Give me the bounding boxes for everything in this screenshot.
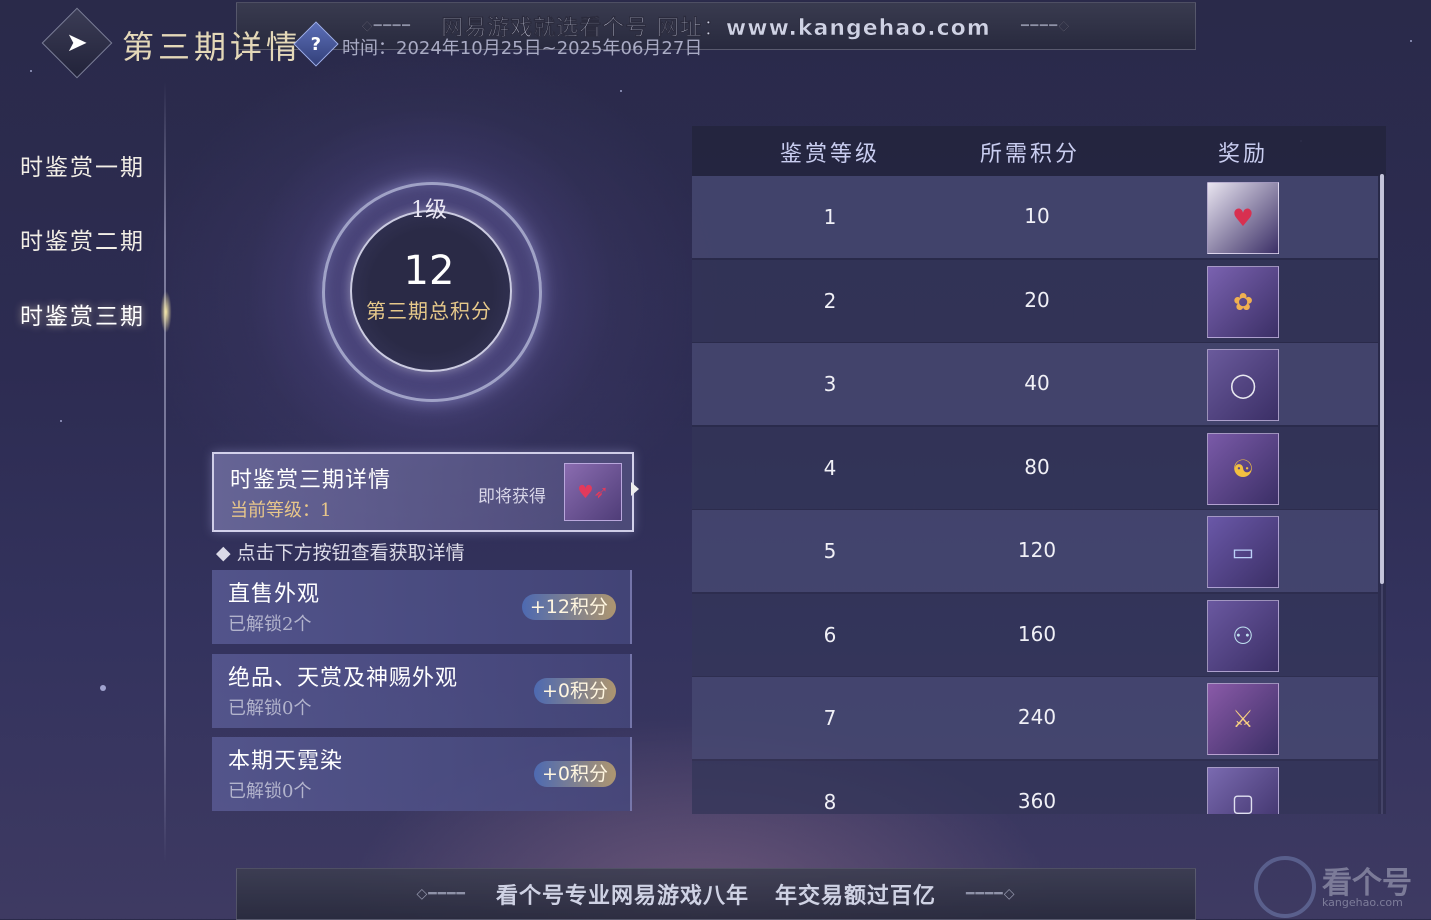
source-title: 绝品、天赏及神赐外观 [228,666,459,691]
current-level: 当前等级：1 [230,500,332,521]
hearts-arrow-icon: ♥➶ [564,463,622,521]
bottom-watermark-text-2: 年交易额过百亿 [775,884,937,909]
row-level: 3 [823,372,837,396]
sidebar-item-period-3[interactable]: 时鉴赏三期 [20,297,145,331]
row-points: 10 [1024,204,1050,228]
row-points: 240 [1017,705,1057,729]
period-details-card[interactable]: 时鉴赏三期详情 当前等级：1 即将获得 ♥➶ [212,452,634,532]
star-dot [620,90,622,92]
row-level: 5 [823,539,837,563]
card-pointer-icon [631,482,639,496]
hearts-arrow-icon[interactable]: ♥ [1207,182,1279,254]
star-dot [60,420,62,422]
total-score-label: 第三期总积分 [366,299,492,323]
row-points: 80 [1024,454,1050,479]
page-title: 第三期详情 [122,28,303,66]
row-level: 6 [823,622,837,647]
points-badge: +0积分 [533,678,616,704]
ring-frame-icon[interactable]: ◯ [1207,349,1279,421]
source-dye[interactable]: 本期天霓染 已解锁0个 +0积分 [212,737,632,811]
points-badge: +12积分 [521,594,616,620]
sidebar-divider [164,82,166,862]
row-points: 360 [1017,788,1057,813]
logo-subtext: kangehao.com [1322,896,1403,909]
points-badge: +0积分 [533,761,616,787]
source-direct-sale[interactable]: 直售外观 已解锁2个 +12积分 [212,570,632,644]
hint-text: ◆ 点击下方按钮查看获取详情 [216,542,465,564]
sidebar-item-period-2[interactable]: 时鉴赏二期 [20,222,145,256]
source-premium-appearances[interactable]: 绝品、天赏及神赐外观 已解锁0个 +0积分 [212,654,632,728]
bottom-watermark-banner: ◇━━━━ 看个号专业网易游戏八年 年交易额过百亿 ━━━━◇ [236,868,1196,920]
warrior-pose-icon[interactable]: ⚔ [1207,683,1279,755]
eye-logo-icon [1254,856,1316,918]
star-dot [1410,40,1412,42]
row-level: 8 [823,789,837,814]
source-title: 本期天霓染 [228,749,344,774]
table-row: 4 80 ☯ [692,426,1378,509]
sidebar-item-period-1[interactable]: 时鉴赏一期 [20,148,145,182]
table-row: 7 240 ⚔ [692,677,1378,759]
row-points: 120 [1017,538,1057,562]
table-row: 8 360 ▢ [692,760,1378,814]
coming-reward-label: 即将获得 [478,487,546,507]
row-points: 160 [1017,621,1057,646]
active-indicator [152,280,180,344]
table-row: 6 160 ⚇ [692,593,1378,676]
mystery-box-icon[interactable]: ▢ [1207,766,1279,814]
scrollbar-thumb[interactable] [1380,174,1384,584]
row-level: 7 [823,706,837,730]
row-level: 4 [823,455,837,480]
source-unlocked: 已解锁0个 [228,698,312,719]
table-row: 1 10 ♥ [692,176,1378,258]
source-unlocked: 已解锁2个 [228,614,312,635]
sparkle-icon [100,685,106,691]
bottom-watermark-text-1: 看个号专业网易游戏八年 [495,884,749,909]
col-header-points: 所需积分 [980,142,1081,167]
total-score: 12 [403,248,455,294]
table-row: 3 40 ◯ [692,343,1378,425]
col-header-reward: 奖励 [1218,142,1269,167]
period-time: 时间：2024年10月25日~2025年06月27日 [342,38,703,59]
site-logo: 看个号 kangehao.com [1254,852,1426,918]
table-header: 鉴赏等级 所需积分 奖励 [692,126,1386,176]
row-points: 20 [1024,287,1050,312]
charm-pendant-icon[interactable]: ✿ [1207,265,1279,338]
row-points: 40 [1024,371,1050,395]
table-row: 5 120 ▭ [692,510,1378,592]
details-title: 时鉴赏三期详情 [230,468,392,493]
source-title: 直售外观 [228,582,321,607]
star-dot [30,70,32,72]
ring-level: 1级 [411,198,447,223]
yin-yang-icon[interactable]: ☯ [1207,432,1279,505]
back-button[interactable]: ➤ [41,7,113,79]
reward-table: 鉴赏等级 所需积分 奖励 1 10 ♥ 2 20 ✿ 3 40 ◯ 4 80 ☯ 5 120 ▭ 6 160 ⚇ 7… [692,126,1386,814]
back-arrow-icon: ➤ [66,27,88,58]
row-level: 1 [823,205,837,229]
couple-figures-icon[interactable]: ⚇ [1207,599,1279,672]
table-row: 2 20 ✿ [692,259,1378,342]
scroll-card-icon[interactable]: ▭ [1207,516,1279,588]
col-header-level: 鉴赏等级 [780,142,881,167]
row-level: 2 [823,288,837,313]
source-unlocked: 已解锁0个 [228,781,312,802]
